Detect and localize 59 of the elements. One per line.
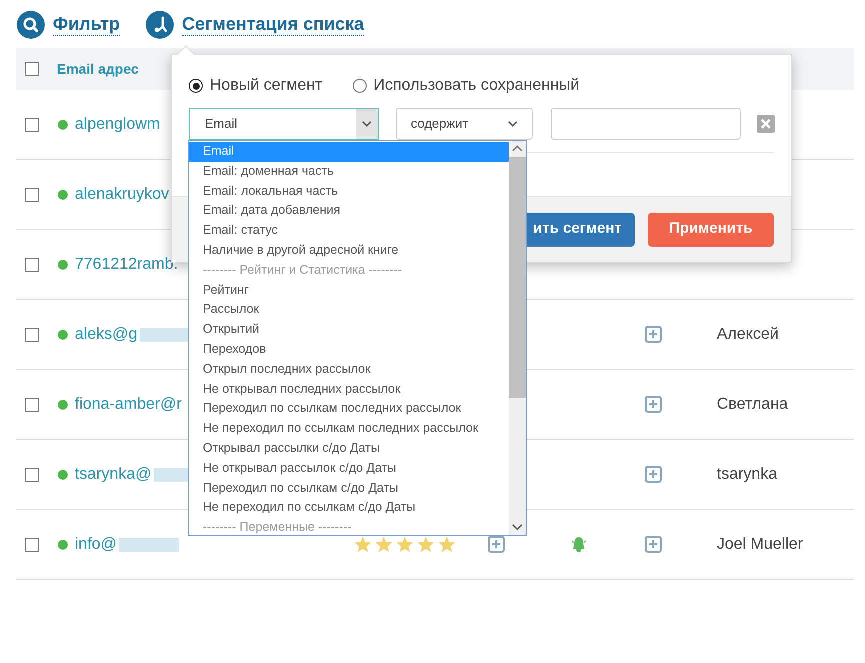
option-group-label: -------- Рейтинг и Статистика -------- — [202, 262, 404, 279]
dropdown-option[interactable]: Открыл последних рассылок — [189, 360, 509, 380]
field-select[interactable]: Email — [189, 108, 379, 140]
tab-link[interactable]: Фильтр — [53, 13, 120, 36]
add-icon[interactable] — [645, 326, 662, 343]
row-checkbox[interactable] — [25, 538, 39, 552]
dropdown-option[interactable]: Рейтинг — [189, 280, 509, 300]
radio-label[interactable]: Использовать сохраненный — [374, 74, 580, 98]
dropdown-option[interactable]: Не переходил по ссылкам с/до Даты — [189, 498, 509, 518]
row-checkbox[interactable] — [25, 118, 39, 132]
row-checkbox[interactable] — [25, 398, 39, 412]
chevron-down-icon — [508, 121, 518, 127]
add-icon[interactable] — [645, 466, 662, 483]
branch-icon — [146, 10, 174, 38]
option-group-label: -------- Переменные -------- — [202, 519, 353, 536]
value-input[interactable] — [551, 108, 741, 140]
close-icon[interactable] — [757, 115, 775, 133]
contact-name: tsarynka — [717, 464, 778, 484]
email-link[interactable]: alenakruykov — [75, 182, 170, 206]
dropdown-option[interactable]: Email: доменная часть — [189, 162, 509, 182]
email-link[interactable]: 7761212ramb. — [75, 252, 178, 276]
contact-name: Joel Mueller — [717, 534, 804, 554]
radio-label[interactable]: Новый сегмент — [210, 74, 323, 98]
email-link[interactable]: info@ — [75, 532, 118, 556]
email-link[interactable]: tsarynka@ — [75, 462, 152, 486]
dropdown-option[interactable]: Не открывал рассылок с/до Даты — [189, 458, 509, 479]
row-checkbox[interactable] — [25, 188, 39, 202]
star-icon — [437, 536, 457, 553]
tab-link[interactable]: Сегментация списка — [182, 13, 364, 36]
star-icon — [395, 536, 415, 553]
contact-name: Светлана — [717, 394, 788, 414]
star-icon — [374, 536, 394, 553]
radio-button[interactable] — [189, 79, 203, 93]
search-icon — [17, 10, 45, 38]
dropdown-option[interactable]: Открывал рассылки с/до Даты — [189, 438, 509, 459]
dropdown-option[interactable]: Рассылок — [189, 300, 509, 320]
chevron-down-icon — [362, 121, 372, 127]
contact-name: Алексей — [717, 324, 779, 344]
email-link[interactable]: alpenglowm — [75, 112, 160, 136]
dropdown-option[interactable]: Открытий — [189, 320, 509, 340]
operator-select[interactable]: содержит — [396, 108, 533, 140]
dropdown-option[interactable]: Не открывал последних рассылок — [189, 380, 509, 400]
dropdown-option[interactable]: Переходил по ссылкам с/до Даты — [189, 478, 509, 498]
radio-button[interactable] — [352, 79, 367, 93]
email-link[interactable]: aleks@g — [75, 322, 138, 346]
row-checkbox[interactable] — [25, 328, 39, 342]
dropdown-option[interactable]: Email: локальная часть — [189, 182, 509, 202]
row-checkbox[interactable] — [25, 468, 39, 482]
dropdown-option[interactable]: Переходил по ссылкам последних рассылок — [189, 399, 509, 420]
star-icon — [353, 536, 373, 553]
dropdown-option[interactable]: Переходов — [189, 340, 509, 360]
dropdown-option[interactable]: Не переходил по ссылкам последних рассылок — [189, 419, 509, 439]
email-link[interactable]: fiona-amber@r — [75, 392, 182, 416]
scrollbar[interactable] — [509, 141, 526, 535]
add-icon[interactable] — [645, 396, 662, 413]
row-checkbox[interactable] — [25, 62, 39, 76]
star-icon — [416, 536, 436, 553]
row-checkbox[interactable] — [25, 258, 39, 272]
add-icon[interactable] — [645, 536, 662, 553]
